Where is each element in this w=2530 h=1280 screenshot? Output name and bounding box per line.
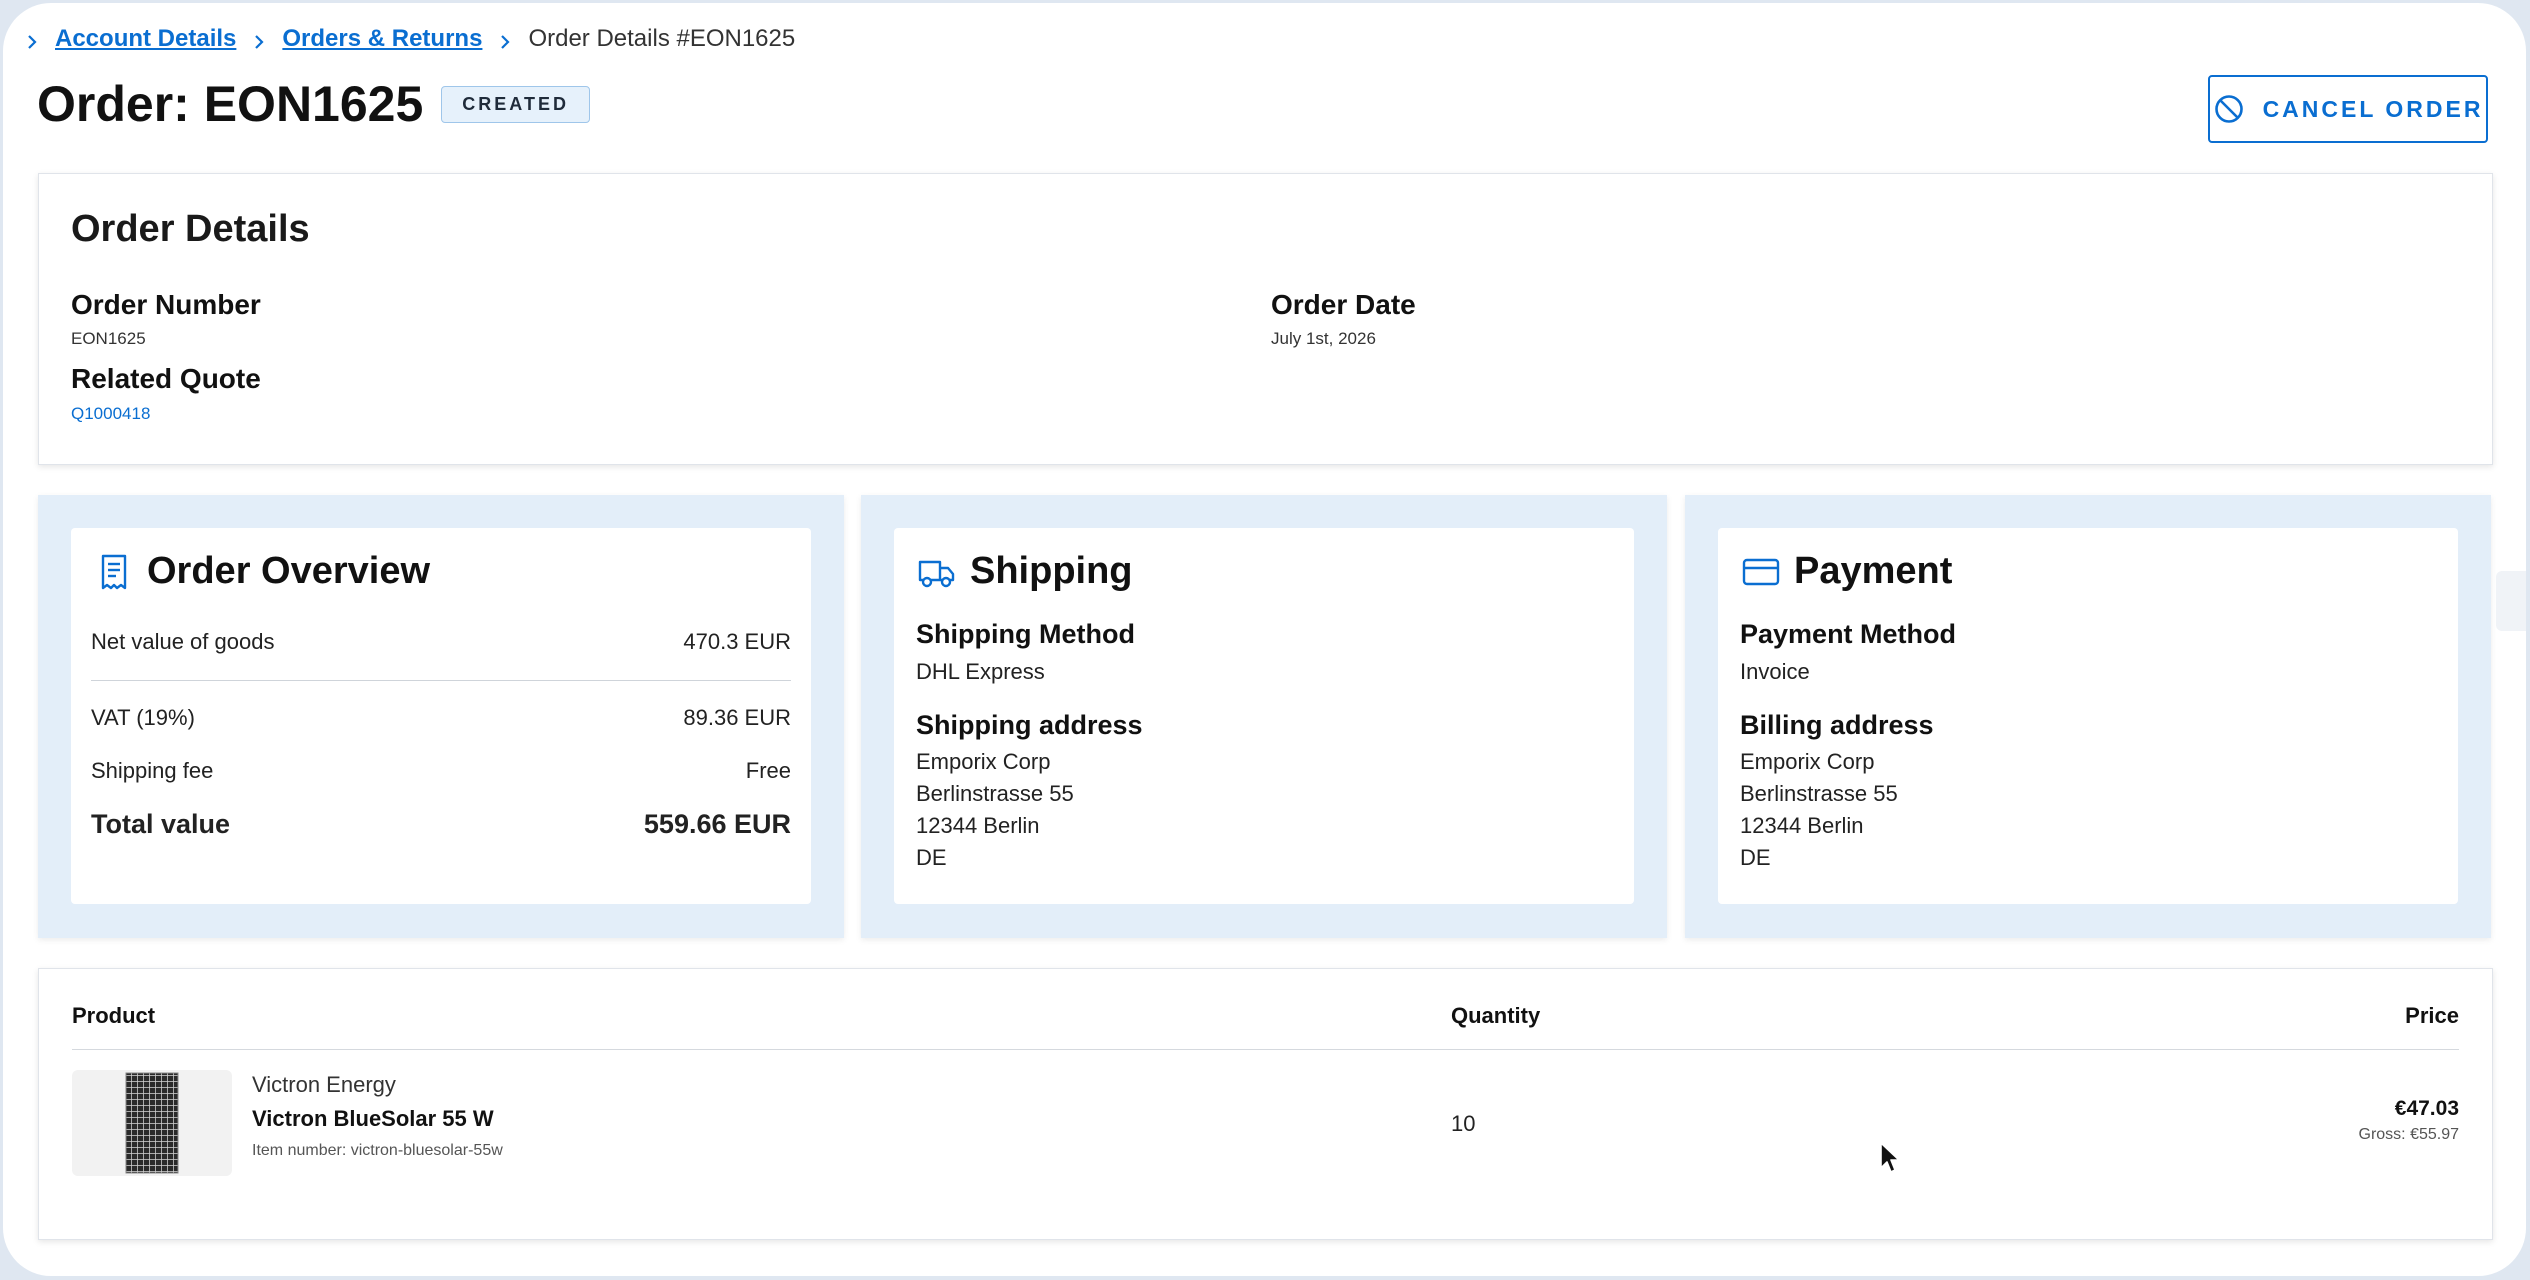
column-header-quantity: Quantity (1451, 1003, 1541, 1028)
side-drawer-handle[interactable] (2496, 571, 2526, 631)
breadcrumb: Account Details Orders & Returns Order D… (23, 21, 795, 57)
column-header-product: Product (72, 1003, 156, 1028)
cancel-order-label: CANCEL ORDER (2262, 95, 2484, 122)
order-date-value: July 1st, 2026 (1271, 329, 1376, 348)
payment-panel: Payment Payment Method Invoice Billing a… (1685, 495, 2491, 938)
breadcrumb-account-details[interactable]: Account Details (55, 25, 236, 53)
net-value-amount: 470.3 EUR (683, 629, 791, 654)
column-header-price: Price (2405, 1003, 2459, 1028)
billing-address-line: DE (1740, 845, 1771, 870)
cancel-order-button[interactable]: CANCEL ORDER (2208, 75, 2488, 143)
app-window: Account Details Orders & Returns Order D… (3, 3, 2526, 1276)
order-overview-title: Order Overview (147, 550, 431, 592)
shipping-panel: Shipping Shipping Method DHL Express Shi… (861, 495, 1667, 938)
product-name[interactable]: Victron BlueSolar 55 W (252, 1106, 494, 1132)
payment-heading: Payment (1742, 550, 1952, 593)
order-details-card: Order Details Order Number EON1625 Order… (38, 173, 2493, 465)
overview-divider (91, 680, 791, 681)
payment-title: Payment (1794, 550, 1953, 592)
breadcrumb-current: Order Details #EON1625 (528, 25, 796, 52)
shipping-fee-label: Shipping fee (91, 758, 214, 783)
receipt-icon (101, 554, 127, 589)
total-value-label: Total value (91, 809, 231, 839)
billing-address-line: Emporix Corp (1740, 749, 1875, 774)
order-number-label: Order Number (71, 289, 261, 320)
vat-amount: 89.36 EUR (683, 705, 791, 730)
payment-method-label: Payment Method (1740, 619, 1957, 649)
product-brand: Victron Energy (252, 1072, 396, 1097)
shipping-address-line: 12344 Berlin (916, 813, 1040, 838)
product-gross-price: Gross: €55.97 (2358, 1126, 2460, 1143)
shipping-title: Shipping (970, 550, 1133, 592)
related-quote-label: Related Quote (71, 363, 261, 394)
products-table: Product Quantity Price Victron Energy Vi… (38, 968, 2493, 1240)
shipping-address-line: DE (916, 845, 947, 870)
shipping-heading: Shipping (918, 550, 1133, 593)
related-quote-link[interactable]: Q1000418 (71, 404, 150, 424)
shipping-address-label: Shipping address (916, 710, 1143, 740)
chevron-right-icon (250, 30, 268, 49)
shipping-address-line: Berlinstrasse 55 (916, 781, 1074, 806)
shipping-card: Shipping Shipping Method DHL Express Shi… (894, 528, 1634, 904)
product-image[interactable] (72, 1070, 232, 1176)
order-overview-panel: Order Overview Net value of goods 470.3 … (38, 495, 844, 938)
net-value-label: Net value of goods (91, 629, 275, 654)
total-value-row: Total value 559.66 EUR (91, 809, 791, 840)
chevron-right-icon (23, 30, 41, 49)
shipping-method-label: Shipping Method (916, 619, 1135, 649)
order-details-title: Order Details (71, 208, 310, 250)
billing-address: Emporix Corp Berlinstrasse 55 12344 Berl… (1740, 746, 1898, 874)
product-item-number: Item number: victron-bluesolar-55w (252, 1142, 503, 1159)
product-quantity: 10 (1451, 1111, 1476, 1136)
net-value-row: Net value of goods 470.3 EUR (91, 629, 791, 655)
shipping-method-value: DHL Express (916, 659, 1045, 684)
vat-label: VAT (19%) (91, 705, 195, 730)
credit-card-icon (1742, 558, 1780, 585)
shipping-address: Emporix Corp Berlinstrasse 55 12344 Berl… (916, 746, 1074, 874)
shipping-fee-amount: Free (745, 758, 791, 783)
order-overview-heading: Order Overview (95, 550, 430, 593)
order-overview-card: Order Overview Net value of goods 470.3 … (71, 528, 811, 904)
product-price: €47.03 (2394, 1097, 2459, 1120)
page-header: Order: EON1625 CREATED (37, 75, 590, 133)
total-value-amount: 559.66 EUR (643, 809, 791, 839)
breadcrumb-orders-returns[interactable]: Orders & Returns (282, 25, 482, 53)
table-divider (72, 1049, 2459, 1050)
payment-card: Payment Payment Method Invoice Billing a… (1718, 528, 2458, 904)
payment-method-value: Invoice (1740, 659, 1810, 684)
ban-icon (2214, 95, 2243, 123)
vat-row: VAT (19%) 89.36 EUR (91, 705, 791, 731)
billing-address-label: Billing address (1740, 710, 1934, 740)
page-title: Order: EON1625 (37, 76, 424, 132)
order-number-value: EON1625 (71, 329, 146, 348)
truck-icon (918, 560, 955, 587)
order-date-label: Order Date (1271, 289, 1416, 320)
mouse-cursor-icon (1880, 1142, 1900, 1173)
shipping-address-line: Emporix Corp (916, 749, 1051, 774)
status-badge: CREATED (441, 85, 590, 123)
billing-address-line: 12344 Berlin (1740, 813, 1864, 838)
billing-address-line: Berlinstrasse 55 (1740, 781, 1898, 806)
chevron-right-icon (496, 30, 514, 49)
shipping-fee-row: Shipping fee Free (91, 758, 791, 784)
